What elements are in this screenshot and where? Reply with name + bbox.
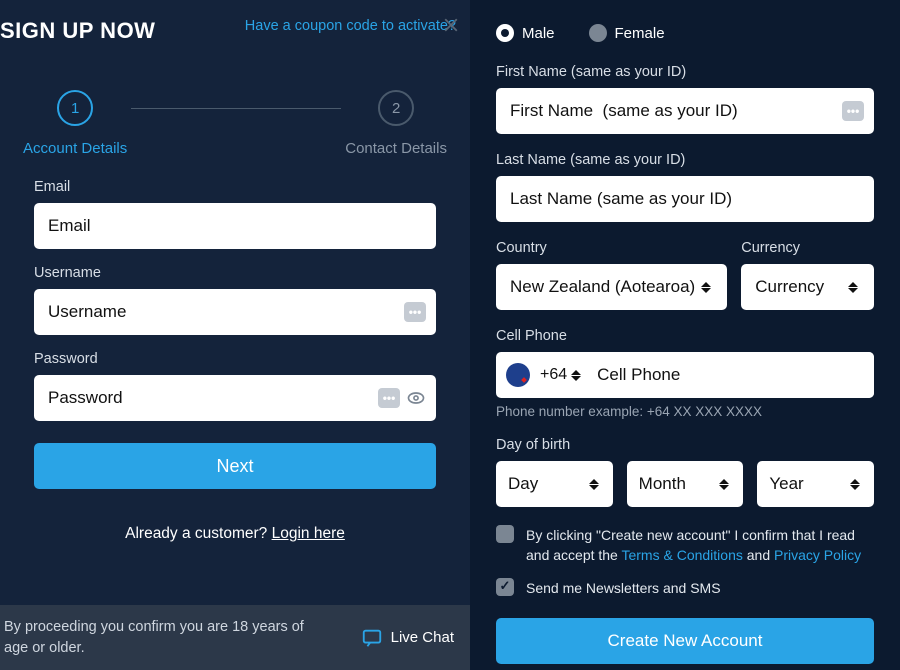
chat-icon <box>361 627 383 649</box>
dial-code-select[interactable]: +64 <box>530 366 593 384</box>
step-account-details[interactable]: 1 Account Details <box>23 90 127 157</box>
step-number: 1 <box>57 90 93 126</box>
next-button[interactable]: Next <box>34 443 436 489</box>
dob-month-select[interactable]: Month <box>627 461 744 507</box>
last-name-label: Last Name (same as your ID) <box>496 152 874 168</box>
step-contact-details[interactable]: 2 Contact Details <box>345 90 447 157</box>
already-customer-text: Already a customer? <box>125 525 271 542</box>
gender-radio-male[interactable]: Male <box>496 24 555 42</box>
dropdown-caret-icon <box>701 282 713 293</box>
dropdown-caret-icon <box>589 479 601 490</box>
live-chat-button[interactable]: Live Chat <box>361 627 454 649</box>
terms-text: By clicking "Create new account" I confi… <box>526 525 874 566</box>
terms-checkbox[interactable] <box>496 525 514 543</box>
dob-label: Day of birth <box>496 437 874 453</box>
first-name-label: First Name (same as your ID) <box>496 64 874 80</box>
email-label: Email <box>34 179 436 195</box>
cellphone-input[interactable] <box>593 352 874 398</box>
terms-link[interactable]: Terms & Conditions <box>621 547 742 563</box>
login-link[interactable]: Login here <box>272 525 345 542</box>
dial-code-value: +64 <box>540 366 567 384</box>
select-value: New Zealand (Aotearoa) <box>510 277 701 297</box>
country-flag-icon[interactable] <box>506 363 530 387</box>
signup-step2-panel: Male Female First Name (same as your ID)… <box>470 0 900 670</box>
coupon-link[interactable]: Have a coupon code to activate? <box>245 18 456 34</box>
step-label: Account Details <box>23 140 127 157</box>
password-label: Password <box>34 351 436 367</box>
select-value: Month <box>639 474 686 494</box>
step-connector <box>131 108 341 109</box>
dots-icon[interactable]: ••• <box>378 388 400 408</box>
newsletter-label: Send me Newsletters and SMS <box>526 578 721 598</box>
country-label: Country <box>496 240 727 256</box>
close-icon[interactable] <box>440 14 462 36</box>
email-input[interactable] <box>34 203 436 249</box>
newsletter-checkbox[interactable] <box>496 578 514 596</box>
age-disclaimer: By proceeding you confirm you are 18 yea… <box>4 617 304 658</box>
step-label: Contact Details <box>345 140 447 157</box>
dropdown-caret-icon <box>571 370 583 381</box>
show-password-icon[interactable] <box>406 388 426 408</box>
radio-label: Male <box>522 25 555 42</box>
dots-icon[interactable]: ••• <box>842 101 864 121</box>
live-chat-label: Live Chat <box>391 629 454 646</box>
dropdown-caret-icon <box>848 282 860 293</box>
country-select[interactable]: New Zealand (Aotearoa) <box>496 264 727 310</box>
privacy-link[interactable]: Privacy Policy <box>774 547 861 563</box>
username-input[interactable] <box>34 289 436 335</box>
radio-icon <box>496 24 514 42</box>
radio-label: Female <box>615 25 665 42</box>
gender-radio-female[interactable]: Female <box>589 24 665 42</box>
dropdown-caret-icon <box>719 479 731 490</box>
password-input[interactable] <box>34 375 436 421</box>
signup-step1-panel: SIGN UP NOW Have a coupon code to activa… <box>0 0 470 670</box>
first-name-input[interactable] <box>496 88 874 134</box>
select-value: Currency <box>755 277 830 297</box>
page-title: SIGN UP NOW <box>0 18 155 44</box>
radio-icon <box>589 24 607 42</box>
dob-year-select[interactable]: Year <box>757 461 874 507</box>
username-label: Username <box>34 265 436 281</box>
currency-label: Currency <box>741 240 874 256</box>
select-value: Day <box>508 474 538 494</box>
select-value: Year <box>769 474 803 494</box>
currency-select[interactable]: Currency <box>741 264 874 310</box>
dropdown-caret-icon <box>850 479 862 490</box>
progress-stepper: 1 Account Details 2 Contact Details <box>0 90 470 157</box>
phone-example-text: Phone number example: +64 XX XXX XXXX <box>496 404 874 419</box>
dots-icon[interactable]: ••• <box>404 302 426 322</box>
dob-day-select[interactable]: Day <box>496 461 613 507</box>
cellphone-label: Cell Phone <box>496 328 874 344</box>
last-name-input[interactable] <box>496 176 874 222</box>
step-number: 2 <box>378 90 414 126</box>
create-account-button[interactable]: Create New Account <box>496 618 874 664</box>
